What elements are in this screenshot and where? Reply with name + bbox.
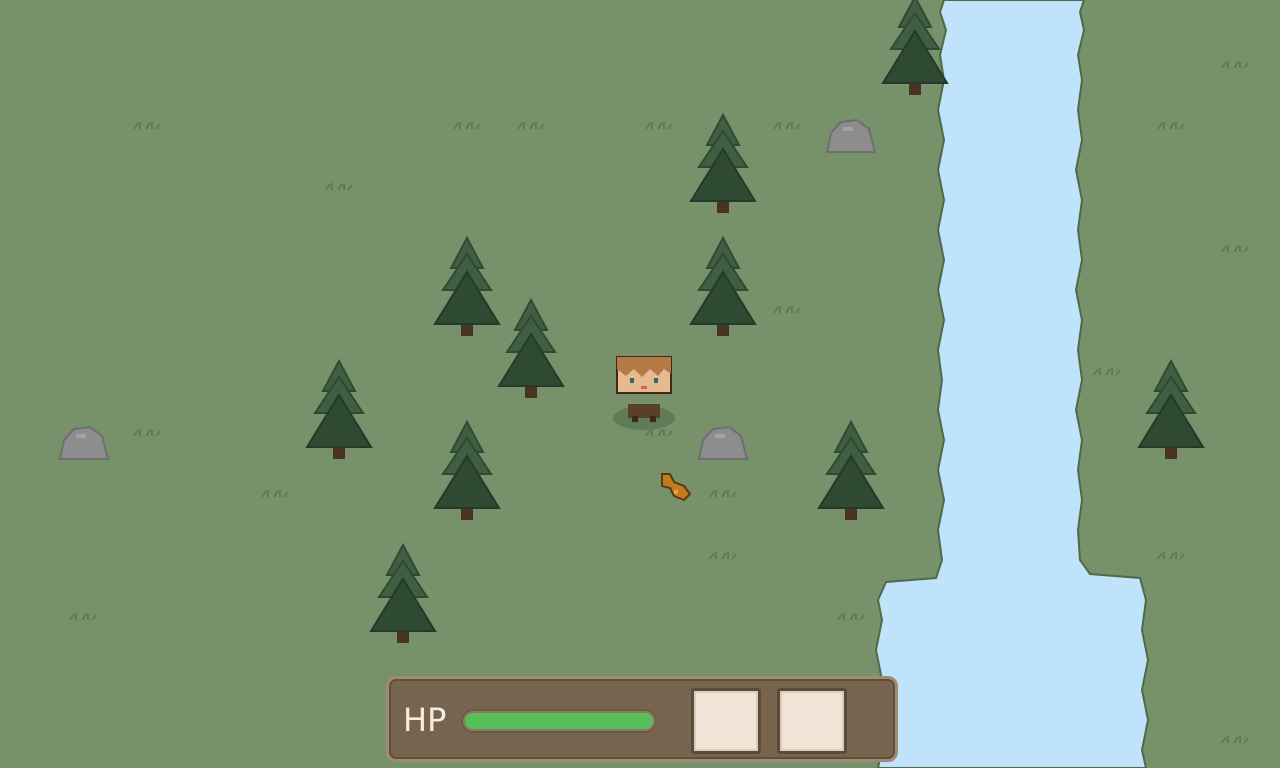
player-mouth [641, 386, 647, 389]
item-highlight [674, 490, 678, 494]
game-view[interactable] [0, 0, 1280, 768]
player-body [628, 404, 660, 418]
player-leg-right [650, 416, 656, 422]
player-eye-right [654, 378, 658, 383]
inventory-slot-2[interactable] [777, 688, 847, 754]
hp-bar [461, 709, 657, 733]
player-hair [617, 357, 671, 369]
game-world[interactable] [0, 0, 1280, 768]
hud-panel: HP [386, 676, 898, 762]
hp-label: HP [403, 701, 447, 739]
inventory-slot-1[interactable] [691, 688, 761, 754]
hp-bar-fill [465, 713, 653, 729]
player-leg-left [632, 416, 638, 422]
player-eye-left [630, 378, 634, 383]
player-character[interactable] [613, 356, 675, 430]
